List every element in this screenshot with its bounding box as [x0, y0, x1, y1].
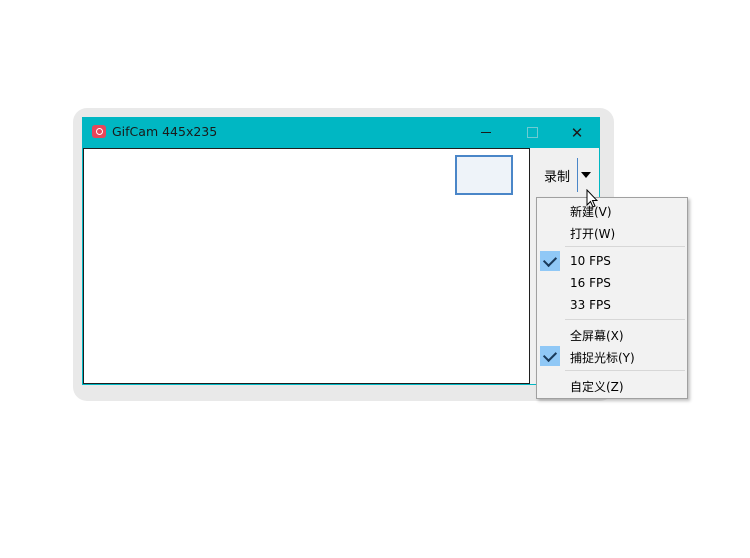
checkmark-icon	[540, 251, 560, 271]
menu-item-label: 打开(W)	[570, 227, 616, 241]
menu-item-label: 捕捉光标(Y)	[570, 351, 635, 365]
menu-item-fullscreen[interactable]: 全屏幕(X)	[537, 323, 687, 345]
close-icon: ✕	[570, 123, 584, 142]
menu-item-custom[interactable]: 自定义(Z)	[537, 374, 687, 396]
record-options-menu: 新建(V) 打开(W) 10 FPS 16 FPS 33 FPS 全屏幕(X) …	[536, 197, 688, 399]
menu-item-open[interactable]: 打开(W)	[537, 221, 687, 243]
menu-separator	[565, 370, 685, 371]
record-button-label: 录制	[543, 169, 570, 185]
menu-item-label: 16 FPS	[570, 276, 611, 290]
checkmark-icon	[540, 346, 560, 366]
camera-icon	[92, 125, 106, 138]
triangle-down-icon	[580, 172, 591, 178]
menu-separator	[565, 246, 685, 247]
minimize-button[interactable]	[463, 117, 509, 148]
mouse-pointer-icon	[586, 189, 598, 208]
menu-item-label: 全屏幕(X)	[570, 329, 624, 343]
menu-item-new[interactable]: 新建(V)	[537, 199, 687, 221]
close-button[interactable]: ✕	[554, 117, 600, 148]
menu-separator	[565, 319, 685, 320]
menu-item-33fps[interactable]: 33 FPS	[537, 294, 687, 316]
menu-item-capture-cursor[interactable]: 捕捉光标(Y)	[537, 345, 687, 367]
menu-item-label: 10 FPS	[570, 254, 611, 268]
window-title: GifCam 445x235	[112, 124, 218, 139]
title-bar[interactable]: GifCam 445x235 ✕	[82, 117, 600, 148]
gifcam-window: GifCam 445x235 ✕	[82, 117, 600, 385]
record-split-button[interactable]	[455, 155, 513, 195]
menu-item-label: 自定义(Z)	[570, 380, 624, 394]
menu-item-label: 33 FPS	[570, 298, 611, 312]
maximize-icon	[526, 127, 538, 138]
menu-item-10fps[interactable]: 10 FPS	[537, 250, 687, 272]
record-dropdown-button[interactable]	[578, 157, 593, 193]
record-button[interactable]: 录制	[537, 157, 577, 193]
minimize-icon	[481, 132, 491, 133]
maximize-button[interactable]	[509, 117, 555, 148]
menu-item-16fps[interactable]: 16 FPS	[537, 272, 687, 294]
